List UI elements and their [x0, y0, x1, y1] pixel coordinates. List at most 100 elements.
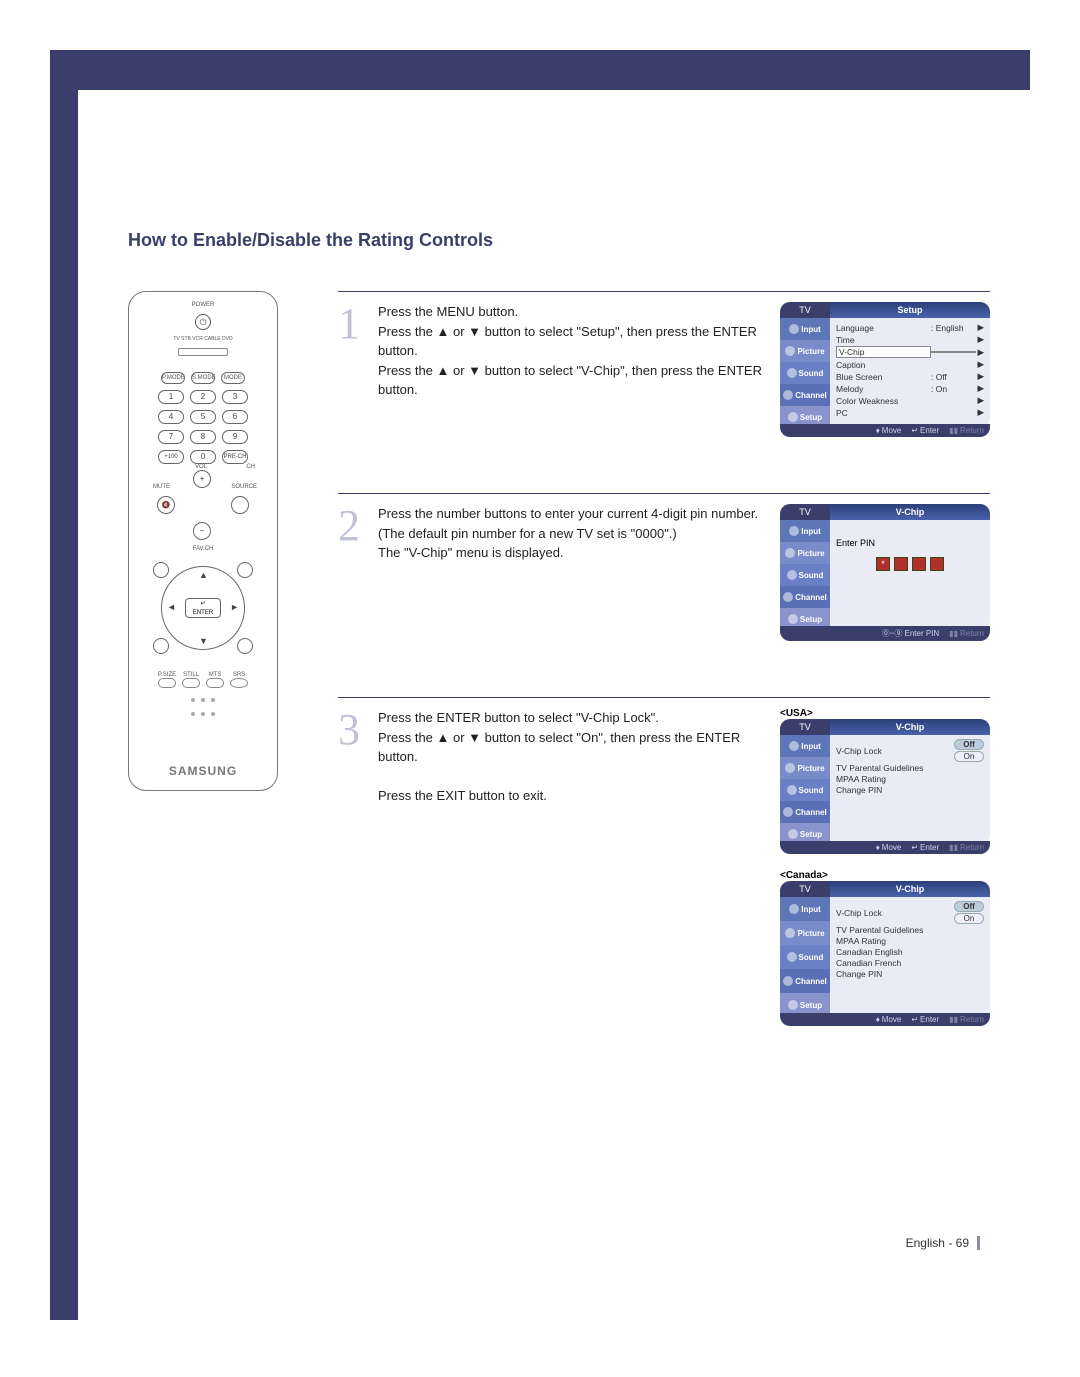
enter-pin-label: Enter PIN	[836, 538, 984, 548]
brand-label: SAMSUNG	[169, 734, 237, 778]
osd-sidebar: Input Picture Sound Channel Setup	[780, 897, 830, 1017]
return-icon: ▮▮	[949, 629, 958, 638]
channel-icon	[783, 390, 793, 400]
sidebar-label: Channel	[795, 391, 827, 400]
osd-footer: ♦Move ↵Enter ▮▮Return	[780, 841, 990, 854]
osd-footer: ⓪~⑨Enter PIN ▮▮Return	[780, 626, 990, 641]
num-plus100: +100	[158, 450, 184, 464]
toggle-off: Off	[954, 901, 984, 912]
step-osd-1: TV Setup Input Picture Sound Channel Set…	[780, 302, 990, 453]
dot-row-2	[191, 712, 215, 716]
menu-item-vchiplock: V-Chip Lock Off On	[836, 739, 984, 762]
osd-main-list: Language: English▶ Time▶ V-Chip▶ Caption…	[830, 318, 990, 428]
osd-pin-main: Enter PIN	[830, 520, 990, 630]
psize-button	[158, 678, 176, 688]
enter-label: ENTER	[193, 610, 213, 616]
osd-title: Setup	[830, 302, 990, 318]
info-button	[237, 562, 253, 578]
up-arrow-icon: ▲	[199, 570, 208, 580]
osd-tv-label: TV	[780, 719, 830, 735]
return-icon: ▮▮	[949, 426, 958, 435]
num-1: 1	[158, 390, 184, 404]
step-osd-2: TV V-Chip Input Picture Sound Channel Se…	[780, 504, 990, 657]
toggle-off: Off	[954, 739, 984, 750]
left-arrow-icon: ◄	[167, 602, 176, 612]
numpad-row-1: 1 2 3	[139, 390, 267, 404]
steps-column: 1 Press the MENU button. Press the ▲ or …	[338, 291, 990, 1052]
srs-label: SRS	[230, 672, 248, 678]
menu-item-changepin: Change PIN	[836, 969, 984, 979]
dot-row-1	[191, 698, 215, 702]
sidebar-channel: Channel	[780, 384, 830, 406]
smode-button: S.MODE	[191, 372, 215, 384]
sidebar-label: Setup	[800, 413, 822, 422]
pin-digit-3	[912, 557, 926, 571]
sidebar-label: Picture	[797, 347, 824, 356]
pin-digit-1	[876, 557, 890, 571]
enter-icon: ↵	[911, 426, 918, 435]
osd-vchip-usa: TV V-Chip Input Picture Sound Channel Se…	[780, 719, 990, 854]
sidebar-input: Input	[780, 520, 830, 542]
osd-footer: ♦Move ↵Enter ▮▮Return	[780, 1013, 990, 1026]
mode-slider-label: TV STB VCR CABLE DVD	[173, 336, 232, 342]
osd-title: V-Chip	[830, 504, 990, 520]
source-button	[231, 496, 249, 514]
osd-tv-label: TV	[780, 302, 830, 318]
updown-icon: ♦	[876, 426, 880, 435]
pin-digit-4	[930, 557, 944, 571]
step-osd-3: <USA> TV V-Chip Input Picture Sound	[780, 708, 990, 1042]
osd-sidebar: Input Picture Sound Channel Setup	[780, 520, 830, 630]
setup-icon	[788, 412, 798, 422]
manual-page: How to Enable/Disable the Rating Control…	[50, 50, 1030, 1320]
menu-item-tvparental: TV Parental Guidelines	[836, 925, 984, 935]
menu-item-bluescreen: Blue Screen: Off▶	[836, 371, 984, 382]
num-8: 8	[190, 430, 216, 444]
num-9: 9	[222, 430, 248, 444]
osd-pin: TV V-Chip Input Picture Sound Channel Se…	[780, 504, 990, 641]
pmode-button: P.MODE	[161, 372, 185, 384]
right-arrow-icon: ►	[230, 602, 239, 612]
psize-label: P.SIZE	[158, 672, 176, 678]
input-icon	[789, 324, 799, 334]
srs-button	[230, 678, 248, 688]
sound-icon	[787, 368, 797, 378]
source-label: SOURCE	[231, 484, 257, 490]
sidebar-label: Input	[801, 325, 821, 334]
osd-sidebar: Input Picture Sound Channel Setup	[780, 318, 830, 428]
menu-item-melody: Melody: On▶	[836, 383, 984, 394]
ch-label: CH	[246, 464, 255, 470]
osd-vchip-list: V-Chip Lock Off On TV Parental Guideline…	[830, 735, 990, 845]
page-inner: How to Enable/Disable the Rating Control…	[78, 90, 1030, 1082]
footer-enterpin: ⓪~⑨Enter PIN	[882, 628, 939, 639]
menu-item-mpaa: MPAA Rating	[836, 774, 984, 784]
sidebar-picture: Picture	[780, 542, 830, 564]
toggle-on: On	[954, 751, 984, 762]
step-number: 3	[338, 708, 368, 752]
sidebar-picture: Picture	[780, 340, 830, 362]
remote-illustration: POWER ⏻ TV STB VCR CABLE DVD P.MODE S.MO…	[128, 291, 278, 791]
mute-button: 🔇	[157, 496, 175, 514]
dpad-cluster: ▲ ▼ ◄ ► ↵ENTER	[153, 558, 253, 658]
num-0: 0	[190, 450, 216, 464]
num-5: 5	[190, 410, 216, 424]
menu-item-vchip: V-Chip▶	[836, 346, 984, 358]
num-2: 2	[190, 390, 216, 404]
exit-button	[237, 638, 253, 654]
canada-label: <Canada>	[780, 870, 990, 881]
menu-item-colorweakness: Color Weakness▶	[836, 395, 984, 406]
num-7: 7	[158, 430, 184, 444]
sidebar-input: Input	[780, 318, 830, 340]
mute-label: MUTE	[153, 484, 170, 490]
osd-title: V-Chip	[830, 881, 990, 897]
sidebar-channel: Channel	[780, 586, 830, 608]
osd-setup: TV Setup Input Picture Sound Channel Set…	[780, 302, 990, 437]
vol-up-button: +	[193, 470, 211, 488]
step-text: Press the number buttons to enter your c…	[378, 504, 770, 563]
menu-item-can-english: Canadian English	[836, 947, 984, 957]
favch-label: FAV.CH	[193, 546, 214, 552]
mode-buttons-row: P.MODE S.MODE MODE	[139, 372, 267, 384]
num-6: 6	[222, 410, 248, 424]
menu-item-time: Time▶	[836, 334, 984, 345]
usa-label: <USA>	[780, 708, 990, 719]
menu-item-can-french: Canadian French	[836, 958, 984, 968]
